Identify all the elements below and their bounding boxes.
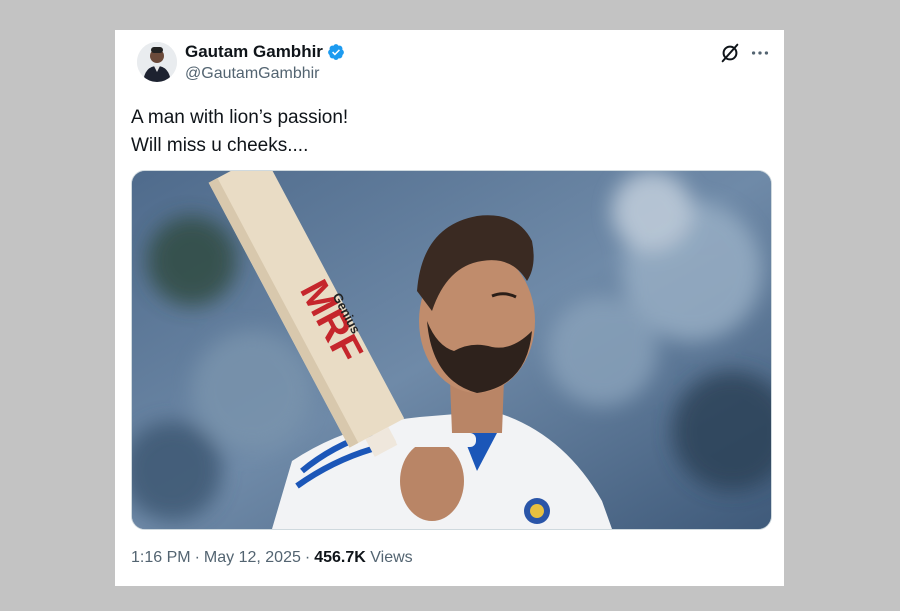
tweet-time[interactable]: 1:16 PM xyxy=(131,549,191,566)
tweet-card: Gautam Gambhir @GautamGambhir A man with… xyxy=(115,30,784,586)
tweet-text-line: A man with lion’s passion! xyxy=(131,107,349,128)
verified-badge-icon xyxy=(328,44,344,60)
author-avatar[interactable] xyxy=(137,42,177,82)
tweet-media[interactable]: MRF Genius xyxy=(131,170,772,530)
grok-icon[interactable] xyxy=(719,42,741,64)
tweet-meta: 1:16 PM · May 12, 2025 · 456.7K Views xyxy=(131,549,413,567)
author-name[interactable]: Gautam Gambhir xyxy=(185,42,323,62)
tweet-date[interactable]: May 12, 2025 xyxy=(204,549,301,566)
tweet-text: A man with lion’s passion! Will miss u c… xyxy=(131,104,348,160)
avatar-photo xyxy=(137,42,177,82)
meta-separator: · xyxy=(194,549,200,566)
meta-separator: · xyxy=(304,549,311,566)
more-horizontal-icon[interactable] xyxy=(749,42,771,64)
views-count: 456.7K xyxy=(314,549,366,566)
author-handle[interactable]: @GautamGambhir xyxy=(185,65,320,83)
tweet-text-line: Will miss u cheeks.... xyxy=(131,135,309,156)
photo-cricketer-raising-bat: MRF Genius xyxy=(132,171,771,529)
author-name-row: Gautam Gambhir xyxy=(185,42,345,62)
views-label: Views xyxy=(370,549,413,566)
